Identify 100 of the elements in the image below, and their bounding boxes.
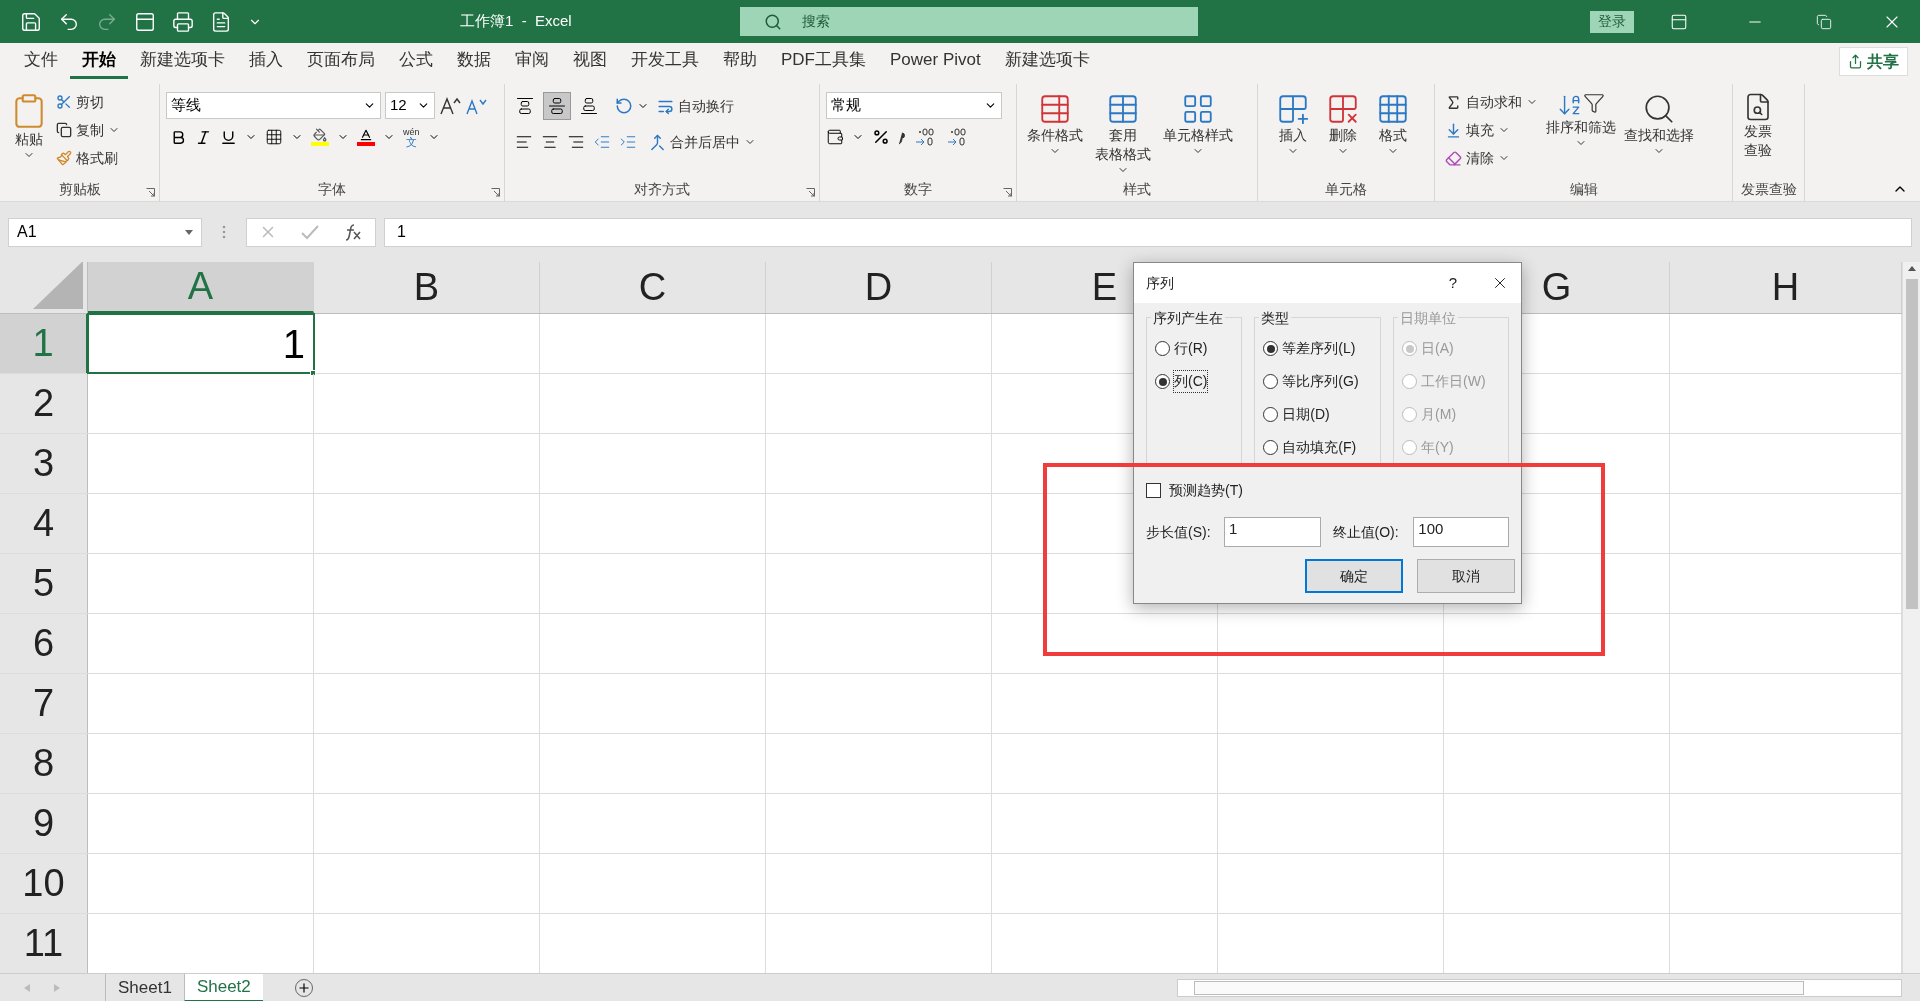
menu-tab[interactable]: 开始	[70, 44, 128, 79]
printer-icon[interactable]	[172, 10, 194, 33]
underline-icon[interactable]	[220, 128, 237, 146]
style-button[interactable]: 单元格样式	[1159, 88, 1237, 176]
dialog-launcher-icon[interactable]	[1003, 188, 1012, 197]
percent-icon[interactable]	[872, 128, 890, 146]
italic-icon[interactable]	[195, 128, 212, 146]
column-header[interactable]: A	[88, 262, 314, 313]
check-icon[interactable]	[301, 224, 319, 240]
font-size-dropdown[interactable]: 12	[385, 92, 435, 119]
radio-button[interactable]	[1263, 374, 1279, 389]
row-header[interactable]: 10	[0, 854, 88, 913]
border-icon[interactable]	[265, 128, 283, 146]
row-header[interactable]: 1	[0, 314, 88, 373]
vertical-align-button[interactable]	[543, 92, 571, 120]
row-header[interactable]: 8	[0, 734, 88, 793]
row-header[interactable]: 3	[0, 434, 88, 493]
wrap-text-button[interactable]: 自动换行	[653, 92, 738, 120]
menu-tab[interactable]: 开发工具	[619, 44, 711, 79]
option-label[interactable]: 等差序列(L)	[1282, 338, 1356, 359]
menu-tab[interactable]: 页面布局	[295, 44, 387, 79]
indent-decrease-icon[interactable]	[593, 133, 611, 151]
format-painter-button[interactable]: 格式刷	[52, 144, 124, 172]
menu-tab[interactable]: 新建选项卡	[992, 44, 1102, 79]
radio-button[interactable]	[1263, 407, 1279, 422]
dialog-button[interactable]: 确定	[1305, 559, 1403, 593]
save-icon[interactable]	[20, 10, 42, 33]
option-label[interactable]: 等比序列(G)	[1282, 371, 1359, 392]
name-box[interactable]: A1	[8, 217, 202, 247]
menu-tab[interactable]: 公式	[387, 44, 445, 79]
restore-icon[interactable]	[1816, 13, 1832, 30]
formula-field[interactable]: 1	[384, 217, 1912, 247]
copy-button[interactable]: 复制	[52, 116, 124, 144]
fill-button[interactable]: 填充	[1441, 116, 1542, 144]
cut-button[interactable]: 剪切	[52, 88, 124, 116]
phonetic-guide-button[interactable]: wén 文	[403, 127, 420, 147]
font-color-icon[interactable]	[357, 128, 375, 146]
column-header[interactable]: D	[766, 262, 992, 313]
style-button[interactable]: 条件格式	[1023, 88, 1087, 176]
menu-tab[interactable]: 文件	[12, 44, 70, 79]
radio-button[interactable]	[1263, 440, 1279, 455]
horizontal-scrollbar[interactable]	[1177, 978, 1902, 997]
clear-button[interactable]: 清除	[1441, 144, 1542, 172]
menu-tab[interactable]: 帮助	[711, 44, 769, 79]
style-button[interactable]: 套用 表格格式	[1091, 88, 1155, 176]
radio-button[interactable]	[1155, 341, 1170, 356]
row-header[interactable]: 7	[0, 674, 88, 733]
sheet-tab[interactable]: Sheet2	[183, 973, 263, 1001]
insert-function-icon[interactable]	[343, 223, 363, 241]
option-label[interactable]: 日期(D)	[1282, 404, 1330, 425]
orientation-icon[interactable]	[615, 97, 633, 115]
radio-button[interactable]	[1263, 341, 1279, 356]
fill-color-icon[interactable]	[311, 128, 329, 146]
row-header[interactable]: 4	[0, 494, 88, 553]
font-name-dropdown[interactable]: 等线	[166, 92, 381, 119]
currency-icon[interactable]	[826, 128, 844, 146]
menu-tab[interactable]: 插入	[237, 44, 295, 79]
row-header[interactable]: 5	[0, 554, 88, 613]
document-icon[interactable]	[210, 10, 232, 33]
radio-button[interactable]	[1155, 374, 1170, 389]
menu-tab[interactable]: 视图	[561, 44, 619, 79]
cells-button[interactable]: 格式	[1372, 88, 1414, 157]
ribbon-display-icon[interactable]	[1670, 12, 1688, 31]
menu-tab[interactable]: 审阅	[503, 44, 561, 79]
row-header[interactable]: 9	[0, 794, 88, 853]
align-center-icon[interactable]	[541, 133, 559, 151]
option-label[interactable]: 行(R)	[1174, 338, 1208, 359]
share-button[interactable]: 共享	[1839, 47, 1908, 76]
dialog-launcher-icon[interactable]	[146, 188, 155, 197]
invoice-check-button[interactable]: 发票 查验	[1739, 88, 1777, 160]
scroll-up-icon[interactable]	[1907, 266, 1916, 271]
option-label[interactable]: 列(C)	[1174, 371, 1208, 392]
checkbox[interactable]	[1146, 483, 1161, 498]
dialog-button[interactable]: 取消	[1417, 559, 1515, 593]
login-button[interactable]: 登录	[1590, 10, 1634, 33]
sort-filter-button[interactable]: 排序和筛选	[1542, 88, 1620, 149]
autosum-button[interactable]: 自动求和	[1441, 88, 1542, 116]
cells-button[interactable]: 删除	[1322, 88, 1364, 157]
search-field[interactable]: 搜索	[740, 7, 1198, 36]
indent-increase-icon[interactable]	[619, 133, 637, 151]
find-select-button[interactable]: 查找和选择	[1620, 88, 1698, 157]
increase-font-icon[interactable]	[439, 95, 461, 116]
input-field[interactable]: 1	[1223, 517, 1321, 547]
row-header[interactable]: 6	[0, 614, 88, 673]
row-header[interactable]: 11	[0, 914, 88, 973]
form-icon[interactable]	[134, 10, 156, 33]
paste-button[interactable]: 粘贴	[6, 88, 52, 161]
column-header[interactable]: C	[540, 262, 766, 313]
fill-handle[interactable]	[310, 370, 316, 376]
cells-button[interactable]: 插入	[1272, 88, 1314, 157]
sheet-tab[interactable]: Sheet1	[105, 973, 184, 1001]
input-field[interactable]: 100	[1413, 517, 1509, 547]
merge-center-button[interactable]: 合并后居中	[645, 128, 760, 156]
menu-tab[interactable]: 新建选项卡	[128, 44, 237, 79]
column-header[interactable]: B	[314, 262, 540, 313]
dialog-launcher-icon[interactable]	[491, 188, 500, 197]
menu-tab[interactable]: 数据	[445, 44, 503, 79]
row-header[interactable]: 2	[0, 374, 88, 433]
option-label[interactable]: 自动填充(F)	[1282, 437, 1357, 458]
align-right-icon[interactable]	[567, 133, 585, 151]
